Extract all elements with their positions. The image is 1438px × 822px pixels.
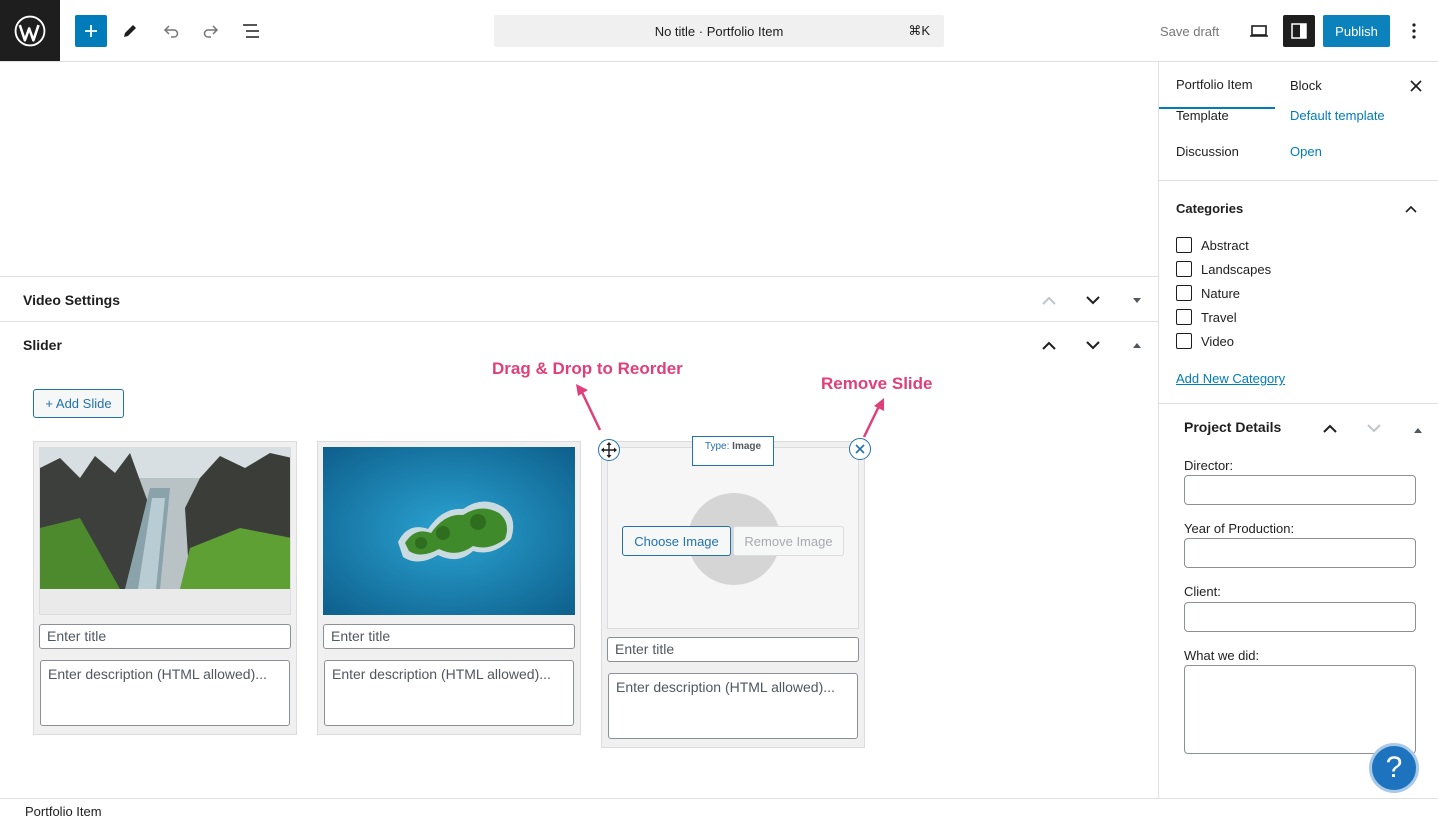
year-input[interactable] <box>1184 538 1416 568</box>
category-label: Abstract <box>1201 237 1249 253</box>
categories-heading[interactable]: Categories <box>1176 201 1243 216</box>
discussion-label: Discussion <box>1176 144 1239 159</box>
more-options-icon[interactable] <box>1398 15 1430 47</box>
template-link[interactable]: Default template <box>1290 108 1385 123</box>
category-label: Landscapes <box>1201 261 1272 277</box>
undo-icon[interactable] <box>155 15 187 47</box>
preview-device-icon[interactable] <box>1243 15 1275 47</box>
editor-header: No title · Portfolio Item ⌘K Save draft … <box>0 0 1438 62</box>
settings-sidebar: Portfolio Item Block Template Default te… <box>1158 62 1438 798</box>
move-up-icon[interactable] <box>1323 421 1337 436</box>
slide-description-input[interactable]: Enter description (HTML allowed)... <box>608 673 858 739</box>
checkbox-icon[interactable] <box>1176 309 1192 325</box>
metabox-title: Video Settings <box>23 292 120 308</box>
redo-icon[interactable] <box>195 15 227 47</box>
move-down-icon[interactable] <box>1081 333 1105 357</box>
slide-title-input[interactable]: Enter title <box>323 624 575 649</box>
checkbox-icon[interactable] <box>1176 285 1192 301</box>
tab-block[interactable]: Block <box>1290 62 1322 109</box>
director-input[interactable] <box>1184 475 1416 505</box>
breadcrumb-footer: Portfolio Item <box>0 798 1438 822</box>
slide-type-badge[interactable]: Type: Image <box>692 436 774 466</box>
remove-image-button[interactable]: Remove Image <box>733 526 844 556</box>
annotation-drag-drop: Drag & Drop to Reorder <box>492 359 683 378</box>
toggle-panel-icon[interactable] <box>1125 333 1149 357</box>
settings-sidebar-toggle[interactable] <box>1283 15 1315 47</box>
checkbox-icon[interactable] <box>1176 261 1192 277</box>
category-label: Video <box>1201 333 1235 349</box>
toggle-panel-icon[interactable] <box>1413 422 1423 437</box>
add-block-button[interactable] <box>75 15 107 47</box>
director-label: Director: <box>1184 458 1234 473</box>
slide-image <box>39 447 291 615</box>
what-we-did-label: What we did: <box>1184 648 1260 663</box>
add-slide-button[interactable]: + Add Slide <box>33 389 124 418</box>
annotation-arrow-icon <box>576 384 602 431</box>
checkbox-icon[interactable] <box>1176 237 1192 253</box>
slide-description-input[interactable]: Enter description (HTML allowed)... <box>324 660 574 726</box>
publish-button[interactable]: Publish <box>1323 15 1390 47</box>
add-new-category-link[interactable]: Add New Category <box>1176 371 1285 386</box>
divider <box>1159 403 1438 404</box>
drag-handle-icon[interactable] <box>598 439 620 461</box>
slide-title-input[interactable]: Enter title <box>39 624 291 649</box>
what-we-did-textarea[interactable] <box>1184 665 1416 754</box>
annotation-arrow-icon <box>862 398 884 438</box>
type-label: Type: <box>704 441 730 452</box>
save-draft-button[interactable]: Save draft <box>1153 15 1226 47</box>
category-checkbox[interactable]: Abstract <box>1176 237 1249 253</box>
sidebar-tabs: Portfolio Item Block <box>1159 62 1438 109</box>
category-label: Nature <box>1201 285 1241 301</box>
category-checkbox[interactable]: Nature <box>1176 285 1240 301</box>
pencil-icon[interactable] <box>114 15 146 47</box>
category-label: Travel <box>1201 309 1237 325</box>
move-up-icon[interactable] <box>1037 333 1061 357</box>
breadcrumb[interactable]: Portfolio Item <box>25 804 102 819</box>
client-input[interactable] <box>1184 602 1416 632</box>
slide-title-input[interactable]: Enter title <box>607 637 859 662</box>
toggle-panel-icon[interactable] <box>1125 288 1149 312</box>
slide-description-input[interactable]: Enter description (HTML allowed)... <box>40 660 290 726</box>
year-label: Year of Production: <box>1184 521 1295 536</box>
category-checkbox[interactable]: Video <box>1176 333 1234 349</box>
project-details-heading: Project Details <box>1184 419 1282 435</box>
move-down-icon[interactable] <box>1367 421 1381 436</box>
divider <box>1159 180 1438 181</box>
metabox-video-settings: Video Settings <box>0 276 1158 322</box>
category-checkbox[interactable]: Landscapes <box>1176 261 1271 277</box>
category-checkbox[interactable]: Travel <box>1176 309 1237 325</box>
close-sidebar-icon[interactable] <box>1409 62 1423 109</box>
move-down-icon[interactable] <box>1081 288 1105 312</box>
shortcut-hint: ⌘K <box>908 23 930 38</box>
move-up-icon[interactable] <box>1037 288 1061 312</box>
client-label: Client: <box>1184 584 1221 599</box>
tab-portfolio-item[interactable]: Portfolio Item <box>1159 62 1275 109</box>
discussion-link[interactable]: Open <box>1290 144 1322 159</box>
checkbox-icon[interactable] <box>1176 333 1192 349</box>
command-palette[interactable]: No title · Portfolio Item ⌘K <box>494 15 944 47</box>
remove-slide-close-icon[interactable] <box>849 438 871 460</box>
chevron-up-icon[interactable] <box>1405 201 1417 216</box>
help-button[interactable]: ? <box>1369 743 1419 793</box>
metabox-title: Slider <box>23 337 62 353</box>
template-label: Template <box>1176 108 1229 123</box>
slide-image <box>323 447 575 615</box>
choose-image-button[interactable]: Choose Image <box>622 526 731 556</box>
wordpress-logo-icon[interactable] <box>0 0 60 61</box>
document-title: No title · Portfolio Item <box>654 23 784 39</box>
annotation-remove-slide: Remove Slide <box>821 374 933 393</box>
type-value: Image <box>732 441 762 452</box>
document-overview-icon[interactable] <box>235 15 267 47</box>
